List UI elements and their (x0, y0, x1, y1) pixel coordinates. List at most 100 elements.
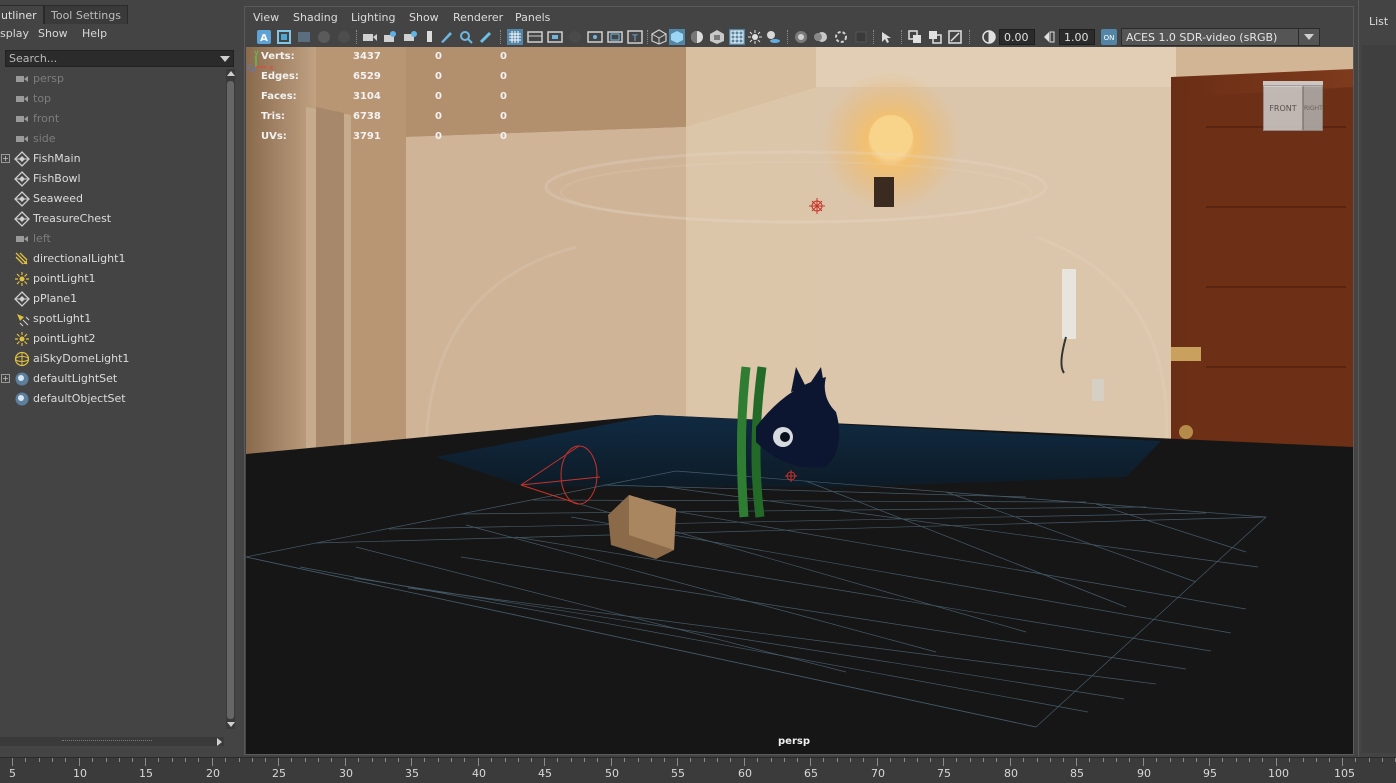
search-options-chevron-down-icon[interactable] (220, 56, 230, 62)
outliner-item-FishMain[interactable]: + FishMain (0, 149, 224, 169)
scrollbar-grip[interactable] (62, 740, 152, 743)
grid-toggle-icon[interactable] (507, 29, 523, 45)
viewcube-front-face[interactable]: FRONT (1263, 85, 1303, 131)
tab-list[interactable]: List (1369, 15, 1388, 28)
3d-viewport[interactable]: Verts: 3437 0 0 Edges: 6529 0 0 Faces: 3104 0 0 Tris… (246, 47, 1353, 754)
use-all-lights-icon[interactable] (747, 29, 763, 45)
camera-icon[interactable] (362, 29, 378, 45)
outliner-item-front[interactable]: front (0, 109, 224, 129)
timeline-minor-tick (265, 758, 266, 762)
menu-renderer[interactable]: Renderer (453, 11, 503, 24)
outliner-item-aiSkyDomeLight1[interactable]: aiSkyDomeLight1 (0, 349, 224, 369)
frame-selected-icon[interactable] (296, 29, 312, 45)
timeline-minor-tick (438, 758, 439, 762)
expand-plus-icon[interactable]: + (1, 154, 10, 163)
scrollbar-thumb[interactable] (227, 81, 234, 719)
ambient-occlusion-icon[interactable] (793, 29, 809, 45)
pin-icon[interactable] (422, 29, 438, 45)
view-transform-icon[interactable]: ON (1101, 29, 1117, 45)
tab-outliner[interactable]: utliner (0, 5, 44, 24)
motion-blur-icon[interactable] (813, 29, 829, 45)
resolution-gate-icon[interactable] (547, 29, 563, 45)
timeline-minor-tick (291, 758, 292, 762)
timeline-minor-tick (823, 758, 824, 762)
x-ray-active-components-icon[interactable] (947, 29, 963, 45)
exposure-field[interactable]: 0.00 (999, 29, 1035, 45)
menu-lighting[interactable]: Lighting (351, 11, 395, 24)
timeline-frame-label: 10 (73, 767, 87, 780)
search-input[interactable] (6, 51, 216, 66)
outliner-item-pPlane1[interactable]: pPlane1 (0, 289, 224, 309)
gamma-field[interactable]: 1.00 (1059, 29, 1095, 45)
wireframe-icon[interactable] (651, 29, 667, 45)
timeline-minor-tick (158, 758, 159, 762)
exposure-icon[interactable] (981, 29, 997, 45)
hud-value-triangles: 0 (500, 111, 507, 122)
viewcube-right-face[interactable]: RIGHT (1303, 85, 1323, 131)
color-transform-dropdown[interactable]: ACES 1.0 SDR-video (sRGB) (1121, 28, 1320, 46)
isolate-select-icon[interactable] (879, 29, 895, 45)
anti-aliasing-icon[interactable] (833, 29, 849, 45)
paint-brush-icon[interactable] (478, 29, 494, 45)
outliner-item-Seaweed[interactable]: Seaweed (0, 189, 224, 209)
outliner-item-spotLight1[interactable]: spotLight1 (0, 309, 224, 329)
outliner-item-defaultLightSet[interactable]: + defaultLightSet (0, 369, 224, 389)
timeline-minor-tick (797, 758, 798, 762)
viewcube[interactable]: FRONT RIGHT (1263, 81, 1325, 133)
grease-pencil-icon[interactable] (438, 29, 454, 45)
outliner-horizontal-scrollbar[interactable] (0, 737, 224, 746)
depth-of-field-icon[interactable] (853, 29, 869, 45)
menu-shading[interactable]: Shading (293, 11, 338, 24)
set-icon (14, 391, 30, 407)
outliner-item-side[interactable]: side (0, 129, 224, 149)
film-gate-toggle-icon[interactable] (527, 29, 543, 45)
gamma-icon[interactable] (1041, 29, 1057, 45)
scroll-down-arrow-icon[interactable] (227, 722, 235, 727)
camera-attributes-icon[interactable] (382, 29, 398, 45)
outliner-item-top[interactable]: top (0, 89, 224, 109)
timeline-major-tick (145, 758, 146, 766)
safe-action-icon[interactable] (607, 29, 623, 45)
shadows-icon[interactable] (765, 29, 781, 45)
menu-panels[interactable]: Panels (515, 11, 550, 24)
timeline-major-tick (1276, 758, 1277, 766)
x-ray-icon[interactable] (907, 29, 923, 45)
outliner-item-defaultObjectSet[interactable]: defaultObjectSet (0, 389, 224, 409)
outliner-item-TreasureChest[interactable]: TreasureChest (0, 209, 224, 229)
menu-display[interactable]: splay (0, 27, 29, 40)
default-material-icon[interactable] (689, 29, 705, 45)
outliner-item-label: top (33, 92, 52, 105)
outliner-vertical-scrollbar[interactable] (226, 69, 235, 729)
outliner-item-pointLight2[interactable]: pointLight2 (0, 329, 224, 349)
outliner-item-FishBowl[interactable]: FishBowl (0, 169, 224, 189)
menu-help[interactable]: Help (82, 27, 107, 40)
field-chart-icon[interactable] (587, 29, 603, 45)
x-ray-joints-icon[interactable] (927, 29, 943, 45)
smooth-shade-icon[interactable] (669, 29, 685, 45)
timeline-minor-tick (1249, 758, 1250, 762)
frame-all-icon[interactable] (276, 29, 292, 45)
gate-mask-icon[interactable] (567, 29, 583, 45)
scroll-right-arrow-icon[interactable] (217, 738, 222, 746)
select-camera-icon[interactable]: A (256, 29, 272, 45)
film-gate-icon[interactable] (402, 29, 418, 45)
textured-icon[interactable] (709, 29, 725, 45)
bookmark-icon[interactable] (316, 29, 332, 45)
expand-plus-icon[interactable]: + (1, 374, 10, 383)
tab-tool-settings[interactable]: Tool Settings (44, 5, 128, 24)
outliner-item-persp[interactable]: persp (0, 69, 224, 89)
timeline-frame-label: 15 (139, 767, 153, 780)
outliner-item-directionalLight1[interactable]: directionalLight1 (0, 249, 224, 269)
menu-show[interactable]: Show (409, 11, 439, 24)
outliner-item-left[interactable]: left (0, 229, 224, 249)
menu-show[interactable]: Show (38, 27, 68, 40)
wireframe-on-shaded-icon[interactable] (729, 29, 745, 45)
time-slider[interactable]: 5 10 15 20 25 30 35 40 45 50 55 60 65 70 75 80 85 90 95 100… (0, 757, 1396, 783)
scroll-up-arrow-icon[interactable] (227, 71, 235, 76)
safe-title-icon[interactable]: T (627, 29, 643, 45)
image-plane-icon[interactable] (336, 29, 352, 45)
timeline-minor-tick (1289, 758, 1290, 762)
outliner-item-pointLight1[interactable]: pointLight1 (0, 269, 224, 289)
2d-pan-zoom-icon[interactable] (458, 29, 474, 45)
menu-view[interactable]: View (253, 11, 279, 24)
